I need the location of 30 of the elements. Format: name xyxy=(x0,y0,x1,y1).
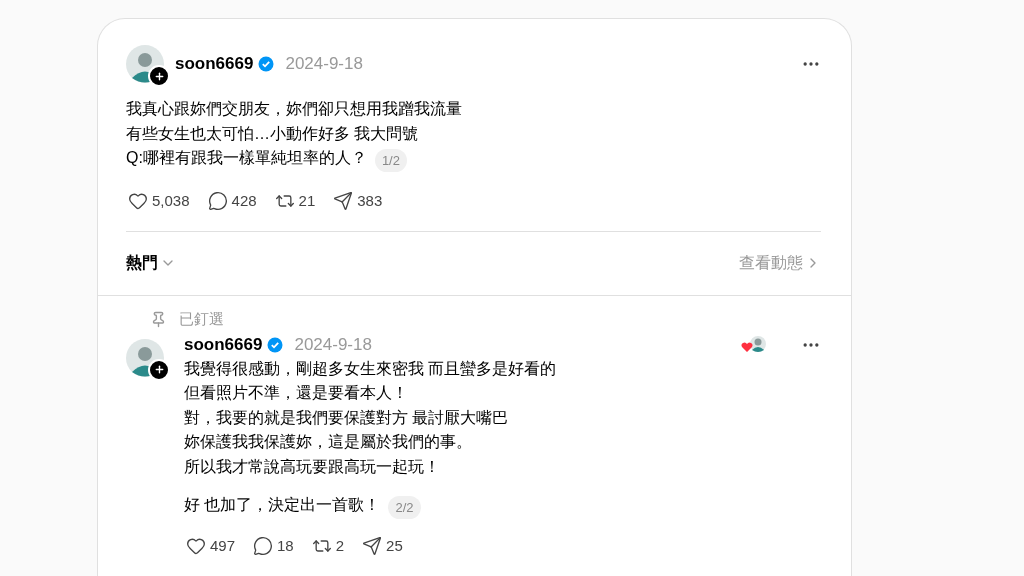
post-text: 我真心跟妳們交朋友，妳們卻只想用我蹭我流量 xyxy=(126,99,462,119)
page-counter: 1/2 xyxy=(374,148,407,172)
repost-button[interactable]: 2 xyxy=(309,531,347,560)
reply-text: 對，我要的就是我們要保護對方 最討厭大嘴巴 xyxy=(184,407,509,428)
reply-text: 但看照片不準，還是要看本人！ xyxy=(184,383,408,403)
speech-bubble-icon xyxy=(207,190,228,211)
share-button[interactable]: 25 xyxy=(360,531,405,560)
reply-button[interactable]: 428 xyxy=(205,186,259,215)
username[interactable]: soon6669 xyxy=(184,334,263,355)
sort-dropdown[interactable]: 熱門 xyxy=(126,252,176,274)
post-date: 2024-9-18 xyxy=(285,54,363,74)
like-button[interactable]: 497 xyxy=(184,531,238,560)
reply-text: 好 也加了，決定出一首歌！ xyxy=(184,495,381,515)
share-button[interactable]: 383 xyxy=(331,186,385,215)
username[interactable]: soon6669 xyxy=(175,54,254,74)
post-text: 有些女生也太可怕…小動作好多 我大問號 xyxy=(126,123,419,144)
reply-text: 妳保護我我保護妳，這是屬於我們的事。 xyxy=(184,432,472,452)
page-counter: 2/2 xyxy=(388,495,421,519)
like-button[interactable]: 5,038 xyxy=(126,186,192,215)
send-icon xyxy=(333,190,354,211)
speech-bubble-icon xyxy=(253,535,274,556)
reply-text: 所以我才常說高玩要跟高玩一起玩！ xyxy=(184,456,440,477)
send-icon xyxy=(362,535,383,556)
repost-button[interactable]: 21 xyxy=(272,186,318,215)
pinned-label: 已釘選 xyxy=(179,309,224,329)
pin-icon xyxy=(150,310,167,328)
reply-button[interactable]: 18 xyxy=(251,531,296,560)
reply-text: 我覺得很感動，剛超多女生來密我 而且蠻多是好看的 xyxy=(184,358,557,379)
post-date: 2024-9-18 xyxy=(294,334,372,355)
post-text: Q:哪裡有跟我一樣單純坦率的人？ xyxy=(126,148,367,168)
